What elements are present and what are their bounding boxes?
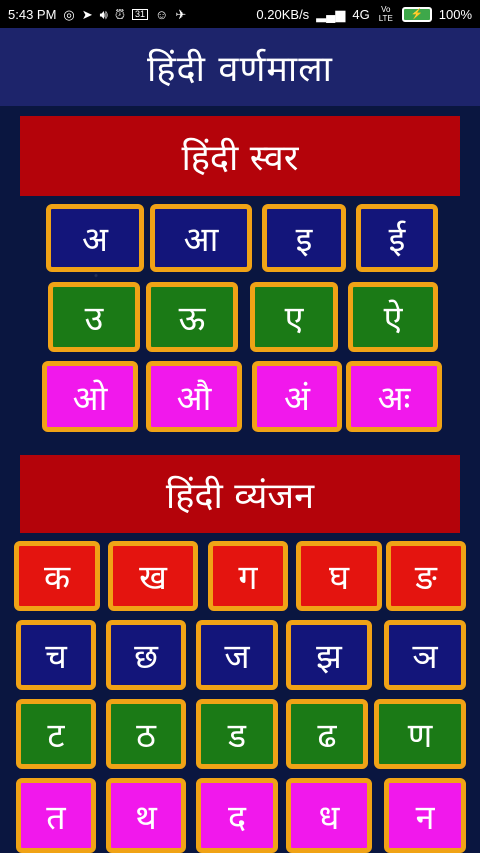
vowel-letter-tile[interactable]: अः bbox=[346, 361, 442, 432]
vowel-letter-tile[interactable]: आ bbox=[150, 204, 252, 272]
consonants-title: हिंदी व्यंजन bbox=[165, 475, 315, 517]
vowels-title: हिंदी स्वर bbox=[181, 137, 299, 179]
status-time: 5:43 PM bbox=[8, 6, 57, 22]
signal-icon: ▂▄▆ bbox=[316, 6, 346, 22]
consonant-letter-tile[interactable]: ध bbox=[286, 778, 372, 853]
consonant-letter-tile[interactable]: घ bbox=[296, 541, 382, 611]
consonant-letter-tile[interactable]: त bbox=[16, 778, 96, 853]
vowel-letter-tile[interactable]: अं bbox=[252, 361, 342, 432]
consonant-letter-tile[interactable]: ङ bbox=[386, 541, 466, 611]
consonant-letter-tile[interactable]: थ bbox=[106, 778, 186, 853]
consonant-letter-tile[interactable]: ढ bbox=[286, 699, 368, 769]
vowel-letter-tile[interactable]: इ bbox=[262, 204, 346, 272]
consonant-letter-tile[interactable]: ख bbox=[108, 541, 198, 611]
consonant-letter-tile[interactable]: न bbox=[384, 778, 466, 853]
volume-icon: 🔊︎ bbox=[99, 6, 108, 22]
send-icon: ➤ bbox=[81, 6, 93, 22]
vowels-banner: हिंदी स्वर bbox=[20, 116, 460, 196]
cat-icon: ☺ bbox=[155, 6, 169, 22]
volte-label: Vo LTE bbox=[378, 5, 393, 23]
consonant-letter-tile[interactable]: ज bbox=[196, 620, 278, 690]
status-bar: 5:43 PM ◎ ➤ 🔊︎ ⏰︎ 31 ☺ ✈ 0.20KB/s ▂▄▆ 4G… bbox=[0, 0, 480, 28]
alarm-icon: ⏰︎ bbox=[114, 6, 126, 22]
network-type: 4G bbox=[352, 6, 370, 22]
consonant-letter-tile[interactable]: ठ bbox=[106, 699, 186, 769]
whatsapp-icon: ◎ bbox=[63, 6, 75, 22]
status-right: 0.20KB/s ▂▄▆ 4G Vo LTE ⚡ 100% bbox=[256, 5, 472, 23]
consonants-banner: हिंदी व्यंजन bbox=[20, 455, 460, 533]
status-left: 5:43 PM ◎ ➤ 🔊︎ ⏰︎ 31 ☺ ✈ bbox=[8, 7, 186, 22]
vowel-letter-tile[interactable]: उ bbox=[48, 282, 140, 352]
consonant-letter-tile[interactable]: ग bbox=[208, 541, 288, 611]
battery-percent: 100% bbox=[438, 6, 472, 22]
vowel-letter-tile[interactable]: ई bbox=[356, 204, 438, 272]
vowel-letter-tile[interactable]: ओ bbox=[42, 361, 138, 432]
network-speed: 0.20KB/s bbox=[256, 6, 310, 22]
consonant-letter-tile[interactable]: ण bbox=[374, 699, 466, 769]
battery-icon: ⚡ bbox=[401, 6, 432, 22]
consonant-letter-tile[interactable]: द bbox=[196, 778, 278, 853]
consonant-letter-tile[interactable]: छ bbox=[106, 620, 186, 690]
vowel-letter-tile[interactable]: ए bbox=[250, 282, 338, 352]
consonant-letter-tile[interactable]: क bbox=[14, 541, 100, 611]
consonant-letter-tile[interactable]: ञ bbox=[384, 620, 466, 690]
calendar-icon: 31 bbox=[132, 8, 149, 20]
vowel-letter-tile[interactable]: अ bbox=[46, 204, 144, 272]
vowel-letter-tile[interactable]: औ bbox=[146, 361, 242, 432]
app-bar: हिंदी वर्णमाला bbox=[0, 28, 480, 106]
satellite-icon: ✈ bbox=[175, 6, 187, 22]
consonant-letter-tile[interactable]: च bbox=[16, 620, 96, 690]
app-title: हिंदी वर्णमाला bbox=[147, 48, 333, 90]
consonant-letter-tile[interactable]: ट bbox=[16, 699, 96, 769]
consonant-letter-tile[interactable]: ड bbox=[196, 699, 278, 769]
vowel-letter-tile[interactable]: ऐ bbox=[348, 282, 438, 352]
vowel-letter-tile[interactable]: ऊ bbox=[146, 282, 238, 352]
consonant-letter-tile[interactable]: झ bbox=[286, 620, 372, 690]
